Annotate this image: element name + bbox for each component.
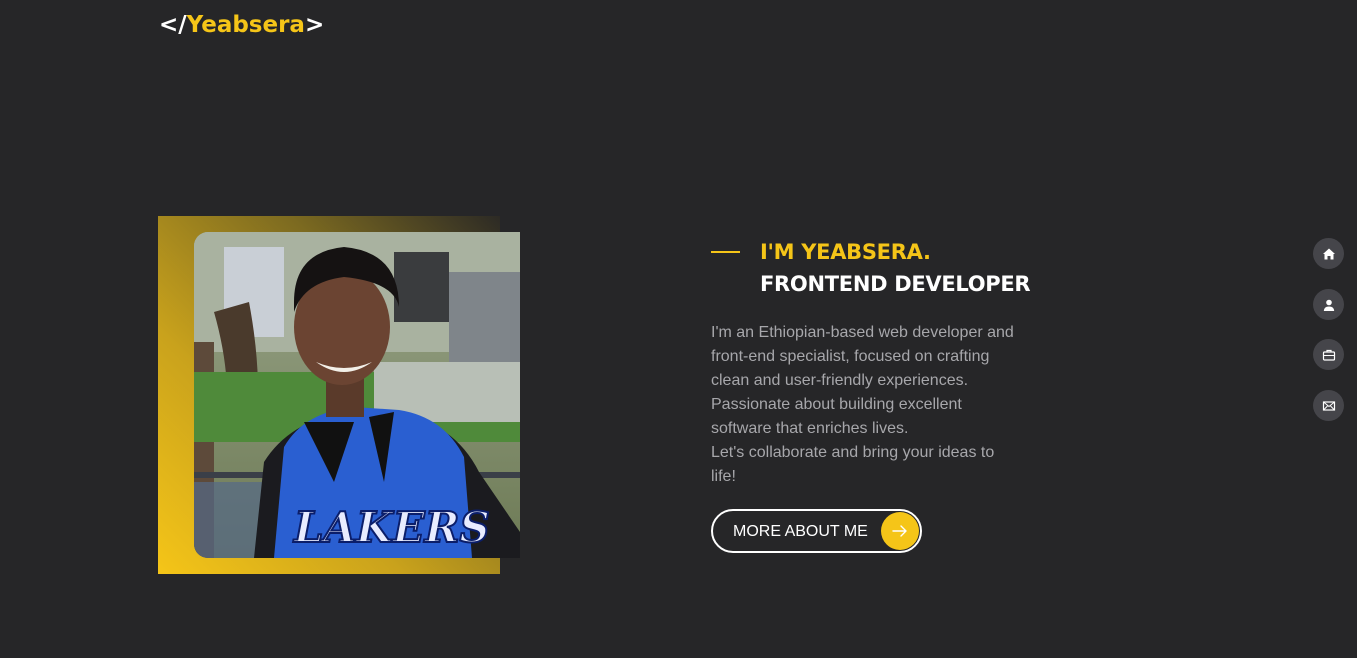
briefcase-icon bbox=[1322, 349, 1335, 361]
site-logo[interactable]: </Yeabsera> bbox=[159, 12, 324, 38]
logo-open-tag: </ bbox=[159, 12, 187, 38]
intro-name: I'M YEABSERA. bbox=[760, 240, 931, 264]
nav-home-button[interactable] bbox=[1313, 238, 1344, 269]
home-icon bbox=[1322, 248, 1335, 259]
nav-contact-button[interactable] bbox=[1313, 390, 1344, 421]
mail-icon bbox=[1322, 400, 1335, 411]
bio-line: I'm an Ethiopian-based web developer and bbox=[711, 324, 1014, 341]
svg-text:LAKERS: LAKERS bbox=[293, 503, 490, 552]
user-icon bbox=[1323, 299, 1334, 311]
arrow-right-icon bbox=[881, 512, 919, 550]
logo-name: Yeabsera bbox=[186, 12, 305, 38]
nav-portfolio-button[interactable] bbox=[1313, 339, 1344, 370]
bio-text: I'm an Ethiopian-based web developer and… bbox=[711, 321, 1041, 489]
bio-line: front-end specialist, focused on craftin… bbox=[711, 348, 990, 365]
heading-accent-line bbox=[711, 251, 740, 253]
bio-line: Passionate about building excellent bbox=[711, 396, 962, 413]
bio-line: Let's collaborate and bring your ideas t… bbox=[711, 444, 995, 461]
bio-line: life! bbox=[711, 468, 736, 485]
more-about-me-button[interactable]: MORE ABOUT ME bbox=[711, 509, 922, 553]
bio-line: clean and user-friendly experiences. bbox=[711, 372, 969, 389]
profile-photo: LAKERS bbox=[194, 232, 520, 558]
bio-line: software that enriches lives. bbox=[711, 420, 909, 437]
logo-close-tag: > bbox=[304, 12, 325, 38]
nav-about-button[interactable] bbox=[1313, 289, 1344, 320]
intro-role: FRONTEND DEVELOPER bbox=[760, 272, 1031, 296]
more-about-me-label: MORE ABOUT ME bbox=[733, 523, 868, 540]
